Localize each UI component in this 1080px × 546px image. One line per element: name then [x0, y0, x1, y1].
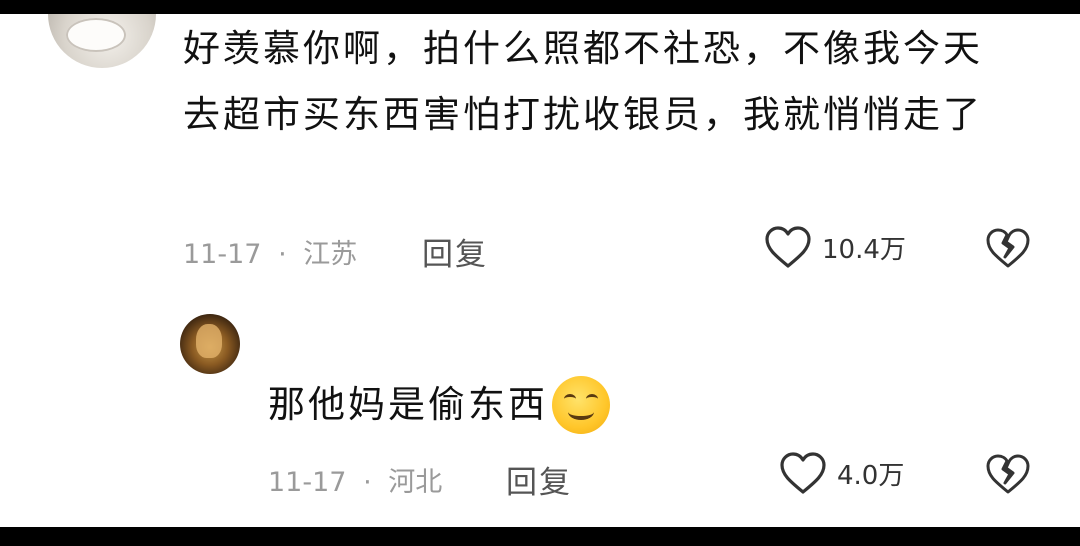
reply-text: 那他妈是偷东西: [268, 372, 688, 438]
like-count: 10.4万: [822, 234, 906, 265]
reply-location: 河北: [388, 467, 443, 498]
replier-avatar[interactable]: [180, 314, 240, 374]
avatar-image: [196, 324, 222, 358]
broken-heart-icon: [986, 454, 1030, 494]
reply-meta: 11-17 · 河北: [268, 460, 442, 499]
reply-button[interactable]: 回复: [422, 229, 488, 274]
like-button[interactable]: 10.4万: [764, 225, 906, 269]
comment-text: 好羡慕你啊，拍什么照都不社恐，不像我今天去超市买东西害怕打扰收银员，我就悄悄走了: [183, 27, 983, 136]
meta-separator: ·: [278, 239, 287, 270]
meta-separator: ·: [363, 467, 372, 498]
reply-date: 11-17: [268, 467, 347, 498]
heart-outline-icon: [765, 226, 811, 268]
like-count: 4.0万: [837, 460, 905, 491]
reply-text-content: 那他妈是偷东西: [268, 383, 548, 426]
heart-outline-icon: [780, 452, 826, 494]
reply-button[interactable]: 回复: [506, 457, 572, 502]
like-button[interactable]: 4.0万: [779, 451, 904, 495]
commenter-avatar[interactable]: [48, 14, 156, 68]
comment-meta: 11-17 · 江苏: [183, 232, 357, 271]
comment-thread: 好羡慕你啊，拍什么照都不社恐，不像我今天去超市买东西害怕打扰收银员，我就悄悄走了…: [0, 14, 1080, 527]
avatar-image: [66, 18, 126, 52]
dislike-button[interactable]: [985, 453, 1031, 499]
comment-location: 江苏: [303, 239, 358, 270]
comment-date: 11-17: [183, 239, 262, 270]
broken-heart-icon: [986, 228, 1030, 268]
dislike-button[interactable]: [985, 227, 1031, 273]
smiling-face-emoji-icon: [552, 376, 610, 434]
